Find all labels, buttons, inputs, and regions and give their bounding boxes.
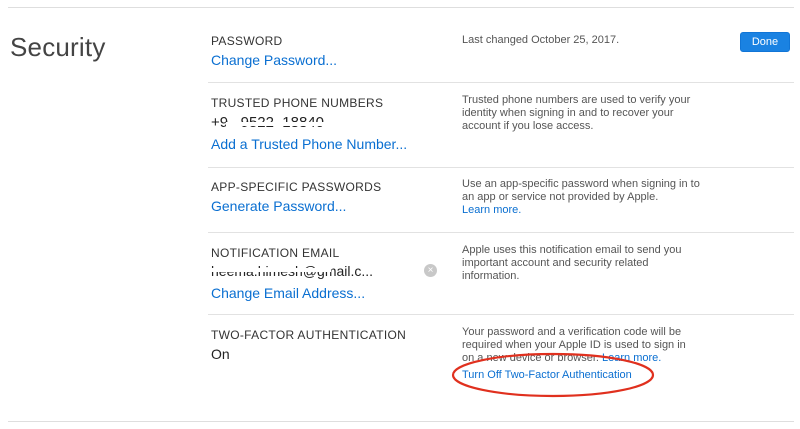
password-description: Last changed October 25, 2017. [462, 34, 620, 46]
notification-email-description: Apple uses this notification email to se… [462, 244, 682, 282]
add-trusted-phone-link[interactable]: Add a Trusted Phone Number... [211, 136, 407, 152]
redaction-mark [211, 268, 331, 272]
annotation-ellipse [451, 352, 655, 398]
change-password-link[interactable]: Change Password... [211, 52, 337, 68]
notification-email-label: NOTIFICATION EMAIL [211, 246, 340, 260]
bottom-divider [8, 421, 794, 422]
trusted-phone-description: Trusted phone numbers are used to verify… [462, 94, 691, 132]
app-passwords-text: Use an app-specific password when signin… [462, 178, 700, 203]
row-divider [208, 82, 794, 83]
generate-password-link[interactable]: Generate Password... [211, 198, 346, 214]
redaction-mark [226, 122, 326, 126]
row-divider [208, 167, 794, 168]
clear-icon[interactable]: × [424, 264, 437, 277]
app-passwords-label: APP-SPECIFIC PASSWORDS [211, 180, 382, 194]
two-factor-label: TWO-FACTOR AUTHENTICATION [211, 328, 407, 342]
password-label: PASSWORD [211, 34, 283, 48]
section-title: Security [10, 32, 106, 62]
done-button[interactable]: Done [740, 32, 790, 52]
app-passwords-learn-more-link[interactable]: Learn more. [462, 204, 521, 216]
trusted-phone-label: TRUSTED PHONE NUMBERS [211, 96, 384, 110]
app-passwords-description: Use an app-specific password when signin… [462, 178, 700, 217]
two-factor-value: On [211, 346, 230, 362]
row-divider [208, 232, 794, 233]
top-divider [8, 7, 794, 8]
change-email-link[interactable]: Change Email Address... [211, 285, 365, 301]
row-divider [208, 314, 794, 315]
